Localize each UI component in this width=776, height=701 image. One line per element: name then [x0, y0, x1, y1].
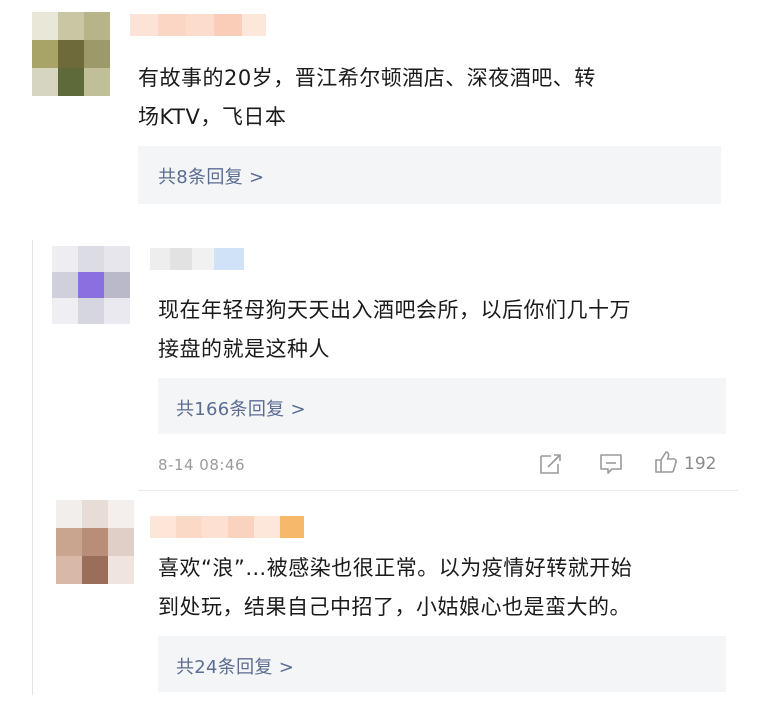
comment-timestamp: 8-14 08:46 — [158, 456, 246, 474]
view-replies-link[interactable]: 共8条回复 > — [158, 163, 264, 189]
comment-text-line-1: 现在年轻母狗天天出入酒吧会所，以后你们几十万 — [158, 298, 631, 322]
like-count: 192 — [684, 454, 717, 474]
comment-text-line-2: 场KTV，飞日本 — [138, 105, 287, 129]
username-blurred[interactable] — [130, 14, 266, 36]
like-icon[interactable] — [653, 449, 679, 475]
username-blurred[interactable] — [150, 516, 304, 538]
thread-line — [32, 240, 33, 695]
view-replies-link[interactable]: 共24条回复 > — [176, 653, 294, 679]
avatar[interactable] — [32, 12, 110, 96]
share-icon[interactable] — [538, 452, 564, 476]
comment-text-line-2: 接盘的就是这种人 — [158, 337, 330, 361]
comment-text-line-1: 有故事的20岁，晋江希尔顿酒店、深夜酒吧、转 — [138, 66, 596, 90]
avatar[interactable] — [56, 500, 134, 584]
comment-icon[interactable] — [598, 452, 624, 476]
divider — [138, 490, 738, 491]
comment-text-line-2: 到处玩，结果自己中招了，小姑娘心也是蛮大的。 — [158, 595, 631, 619]
avatar[interactable] — [52, 246, 130, 324]
comment-text-line-1: 喜欢“浪”…被感染也很正常。以为疫情好转就开始 — [158, 556, 633, 580]
username-blurred[interactable] — [150, 248, 244, 270]
view-replies-link[interactable]: 共166条回复 > — [176, 395, 306, 421]
